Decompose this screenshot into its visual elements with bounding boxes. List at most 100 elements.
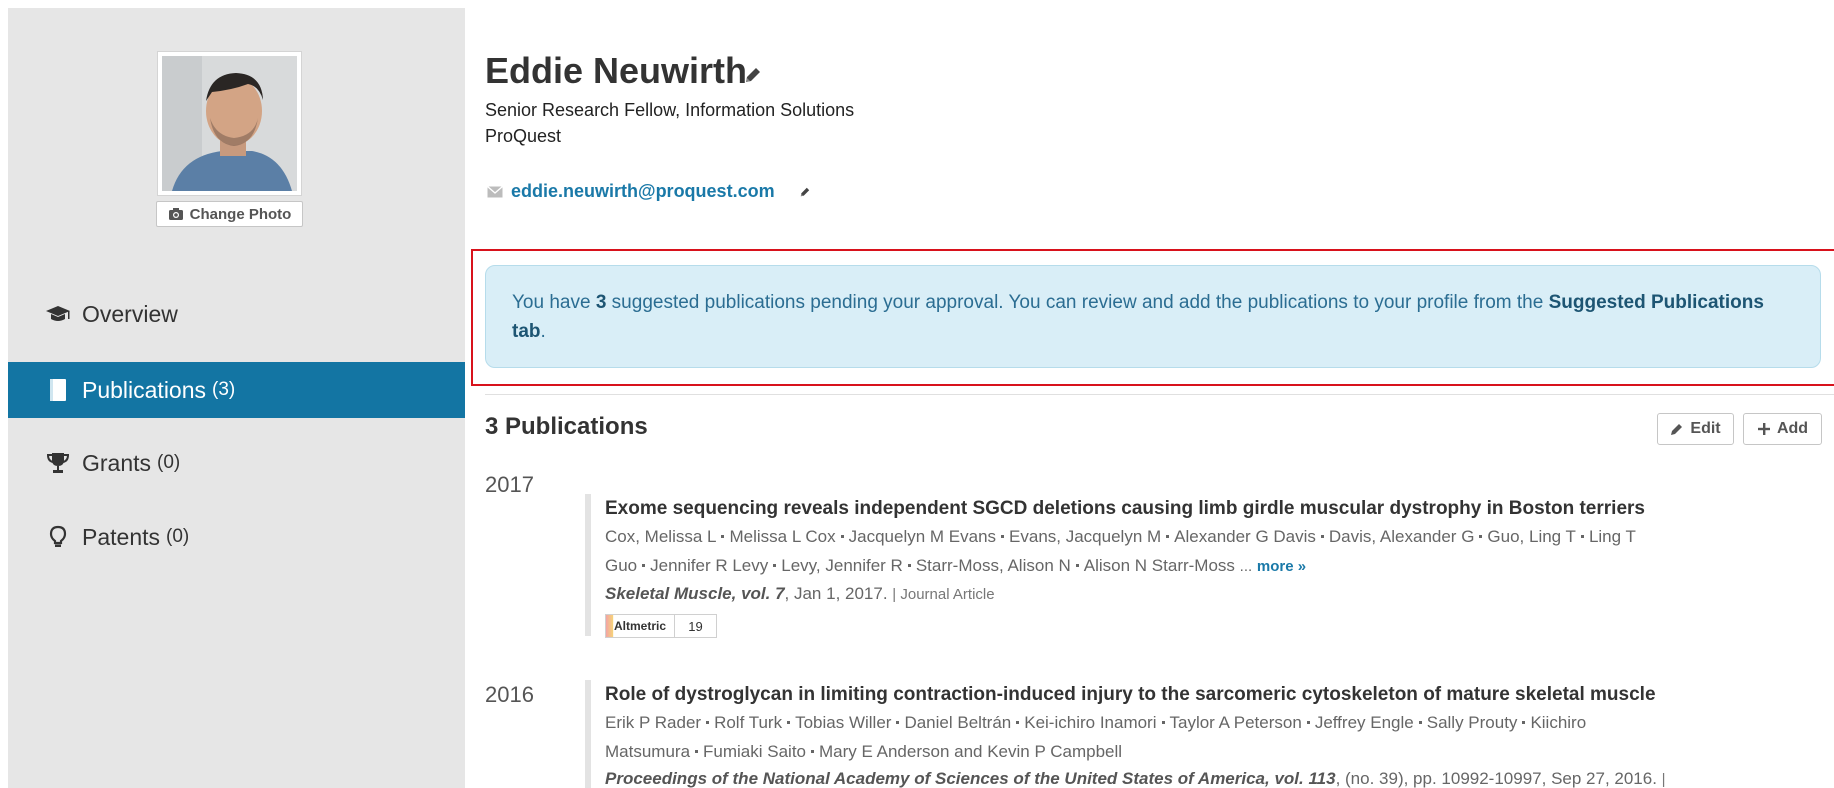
author-name: Melissa L Cox xyxy=(729,527,836,546)
author-separator xyxy=(773,563,777,567)
publication-title[interactable]: Exome sequencing reveals independent SGC… xyxy=(605,496,1815,522)
publication-date: , (no. 39), pp. 10992-10997, Sep 27, 201… xyxy=(1335,769,1657,788)
publication-type: | xyxy=(1661,771,1666,788)
year-heading: 2016 xyxy=(485,682,534,707)
author-separator xyxy=(896,720,900,724)
author-name: Sally Prouty xyxy=(1426,713,1518,732)
change-photo-label: Change Photo xyxy=(189,205,292,223)
author-name: Cox, Melissa L xyxy=(605,527,717,546)
author-name: Daniel Beltrán xyxy=(904,713,1012,732)
nav-item-grants-label: Grants xyxy=(82,449,152,476)
nav-item-publications-count: (3) xyxy=(212,379,236,400)
nav-item-publications-label: Publications xyxy=(82,376,207,403)
trophy-icon xyxy=(44,450,72,476)
alert-count: 3 xyxy=(595,292,607,313)
author-separator xyxy=(1161,720,1165,724)
nav-item-overview[interactable]: Overview xyxy=(8,286,465,342)
altmetric-label: Altmetric xyxy=(605,614,675,638)
authors-ellipsis: ... xyxy=(1239,558,1253,575)
author-separator xyxy=(811,749,815,753)
author-separator xyxy=(840,534,844,538)
author-name: Jennifer R Levy xyxy=(650,556,769,575)
author-separator xyxy=(1001,534,1005,538)
author-name: Tobias Willer xyxy=(795,713,892,732)
author-separator xyxy=(787,720,791,724)
section-divider xyxy=(485,394,1834,395)
nav-item-patents-label: Patents xyxy=(82,523,160,550)
author-separator xyxy=(1075,563,1079,567)
year-heading: 2017 xyxy=(485,472,534,497)
profile-photo-frame xyxy=(157,51,302,196)
edit-email-pencil-icon[interactable] xyxy=(797,186,813,198)
author-name: Evans, Jacquelyn M xyxy=(1009,527,1162,546)
nav-item-patents-count: (0) xyxy=(166,526,190,547)
add-button-label: Add xyxy=(1776,420,1809,437)
publication-type: | Journal Article xyxy=(892,586,995,603)
suggested-publications-alert: You have 3 suggested publications pendin… xyxy=(485,265,1821,368)
author-name: Starr-Moss, Alison N xyxy=(915,556,1071,575)
edit-button-label: Edit xyxy=(1690,420,1721,437)
author-name: Rolf Turk xyxy=(714,713,783,732)
change-photo-button[interactable]: Change Photo xyxy=(156,201,303,227)
edit-name-pencil-icon[interactable] xyxy=(743,65,763,85)
author-name: Levy, Jennifer R xyxy=(781,556,903,575)
profile-photo-image xyxy=(162,56,297,191)
author-separator xyxy=(1320,534,1324,538)
profile-organization: ProQuest xyxy=(485,126,562,146)
sidebar: Change Photo Overview Publications (3) G… xyxy=(8,8,465,788)
publication-title[interactable]: Role of dystroglycan in limiting contrac… xyxy=(605,682,1815,708)
publication-authors: Erik P Rader Rolf Turk Tobias Willer Daniel… xyxy=(605,708,1645,766)
author-separator xyxy=(907,563,911,567)
author-name: Guo, Ling T xyxy=(1487,527,1576,546)
author-separator xyxy=(695,749,699,753)
publication-date: , Jan 1, 2017. xyxy=(784,584,888,603)
author-separator xyxy=(1418,720,1422,724)
publication-source: Proceedings of the National Academy of S… xyxy=(605,766,1815,788)
nav-item-publications[interactable]: Publications (3) xyxy=(8,362,465,418)
alert-text-prefix: You have xyxy=(512,292,596,313)
author-name: Fumiaki Saito xyxy=(703,742,807,761)
author-name: Taylor A Peterson xyxy=(1169,713,1302,732)
author-list: Erik P Rader Rolf Turk Tobias Willer Daniel… xyxy=(605,713,1586,761)
author-name: Jacquelyn M Evans xyxy=(848,527,997,546)
nav-item-patents[interactable]: Patents (0) xyxy=(8,509,465,565)
profile-name: Eddie Neuwirth xyxy=(485,50,748,91)
altmetric-score: 19 xyxy=(675,614,717,638)
edit-publications-button[interactable]: Edit xyxy=(1657,413,1734,445)
publication-source: Skeletal Muscle, vol. 7, Jan 1, 2017. | … xyxy=(605,581,1815,608)
author-separator xyxy=(1522,720,1526,724)
camera-icon xyxy=(168,208,183,220)
envelope-icon xyxy=(487,185,503,197)
nav-item-overview-label: Overview xyxy=(82,300,178,327)
author-separator xyxy=(1580,534,1584,538)
publication-item: Exome sequencing reveals independent SGC… xyxy=(585,494,1815,638)
pencil-icon xyxy=(1671,424,1683,435)
journal-name: Proceedings of the National Academy of S… xyxy=(605,769,1336,788)
author-separator xyxy=(1479,534,1483,538)
author-separator xyxy=(721,534,725,538)
email-link[interactable]: eddie.neuwirth@proquest.com xyxy=(511,181,775,202)
author-name: Erik P Rader xyxy=(605,713,702,732)
author-separator xyxy=(1306,720,1310,724)
plus-icon xyxy=(1757,423,1770,435)
nav-item-grants-count: (0) xyxy=(157,452,181,473)
book-icon xyxy=(44,377,72,403)
more-authors-link[interactable]: more » xyxy=(1257,558,1306,575)
lightbulb-icon xyxy=(44,524,72,550)
author-name: Jeffrey Engle xyxy=(1314,713,1414,732)
email-row: eddie.neuwirth@proquest.com xyxy=(487,181,813,202)
add-publication-button[interactable]: Add xyxy=(1743,413,1822,445)
author-name: Alison N Starr-Moss xyxy=(1083,556,1235,575)
altmetric-badge[interactable]: Altmetric 19 xyxy=(605,614,1815,638)
publication-item: Role of dystroglycan in limiting contrac… xyxy=(585,680,1815,788)
publications-heading: 3 Publications xyxy=(485,413,648,440)
author-name: Davis, Alexander G xyxy=(1328,527,1475,546)
nav-item-grants[interactable]: Grants (0) xyxy=(8,435,465,491)
author-name: Alexander G Davis xyxy=(1174,527,1316,546)
alert-text-suffix: . xyxy=(540,321,546,342)
author-name: Kei-ichiro Inamori xyxy=(1024,713,1157,732)
journal-name: Skeletal Muscle, vol. 7 xyxy=(605,584,785,603)
author-separator xyxy=(1016,720,1020,724)
author-name: Mary E Anderson and Kevin P Campbell xyxy=(819,742,1123,761)
author-list: Cox, Melissa L Melissa L Cox Jacquelyn M E… xyxy=(605,527,1636,575)
